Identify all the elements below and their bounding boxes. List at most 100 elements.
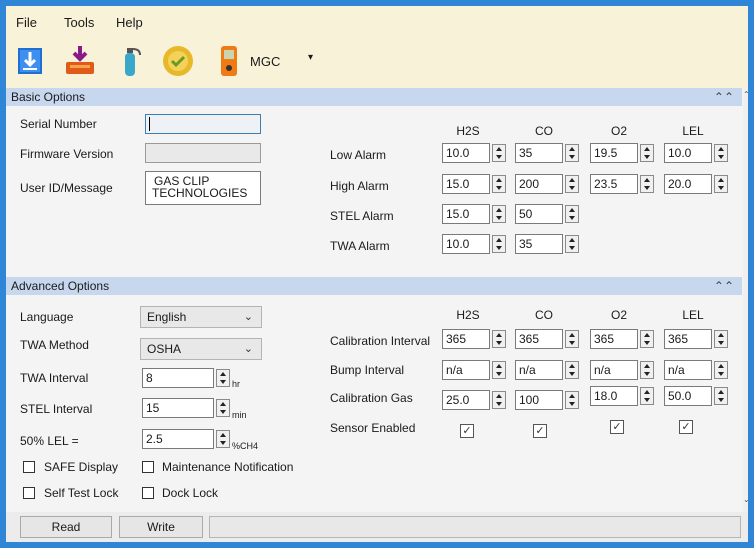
firmware-version-label: Firmware Version bbox=[20, 147, 114, 161]
dock-lock-label: Dock Lock bbox=[162, 486, 219, 500]
cal-gas-h2s-spinner[interactable] bbox=[492, 391, 506, 409]
read-button[interactable]: Read bbox=[20, 516, 112, 538]
high-alarm-lel[interactable]: 20.0 bbox=[664, 174, 712, 194]
cal-interval-h2s[interactable]: 365 bbox=[442, 329, 490, 349]
stel-alarm-label: STEL Alarm bbox=[330, 209, 394, 223]
cal-gas-h2s[interactable]: 25.0 bbox=[442, 390, 490, 410]
advanced-options-header[interactable]: Advanced Options ⌃⌃ bbox=[6, 277, 742, 295]
stel-interval-spinner[interactable] bbox=[216, 399, 230, 417]
language-select[interactable]: English ⌄ bbox=[140, 306, 262, 328]
bump-co-spinner[interactable] bbox=[565, 361, 579, 379]
twa-method-select[interactable]: OSHA ⌄ bbox=[140, 338, 262, 360]
maintenance-notification-checkbox[interactable] bbox=[142, 461, 154, 473]
high-alarm-h2s-spinner[interactable] bbox=[492, 175, 506, 193]
cal-interval-h2s-spinner[interactable] bbox=[492, 330, 506, 348]
twa-alarm-co[interactable]: 35 bbox=[515, 234, 563, 254]
collapse-chevron-icon[interactable]: ⌃⌃ bbox=[714, 277, 734, 295]
certificate-icon[interactable] bbox=[160, 44, 196, 78]
cal-gas-co-spinner[interactable] bbox=[565, 391, 579, 409]
twa-alarm-h2s-spinner[interactable] bbox=[492, 235, 506, 253]
cal-gas-o2[interactable]: 18.0 bbox=[590, 386, 638, 406]
stel-alarm-h2s[interactable]: 15.0 bbox=[442, 204, 490, 224]
high-alarm-co-spinner[interactable] bbox=[565, 175, 579, 193]
adv-col-head-h2s: H2S bbox=[456, 308, 480, 322]
low-alarm-lel-spinner[interactable] bbox=[714, 144, 728, 162]
twa-interval-spinner[interactable] bbox=[216, 369, 230, 387]
low-alarm-lel[interactable]: 10.0 bbox=[664, 143, 712, 163]
collapse-chevron-icon[interactable]: ⌃⌃ bbox=[714, 88, 734, 106]
low-alarm-o2-spinner[interactable] bbox=[640, 144, 654, 162]
bump-o2[interactable]: n/a bbox=[590, 360, 638, 380]
stel-alarm-co[interactable]: 50 bbox=[515, 204, 563, 224]
low-alarm-co-spinner[interactable] bbox=[565, 144, 579, 162]
vertical-scrollbar[interactable]: ⌃ ⌄ bbox=[743, 88, 748, 542]
sensor-enabled-co-checkbox[interactable]: ✓ bbox=[533, 424, 547, 438]
bump-o2-spinner[interactable] bbox=[640, 361, 654, 379]
cal-gas-o2-spinner[interactable] bbox=[640, 387, 654, 405]
high-alarm-h2s[interactable]: 15.0 bbox=[442, 174, 490, 194]
bump-h2s-spinner[interactable] bbox=[492, 361, 506, 379]
write-button[interactable]: Write bbox=[119, 516, 203, 538]
stel-interval-input[interactable]: 15 bbox=[142, 398, 214, 418]
twa-alarm-h2s[interactable]: 10.0 bbox=[442, 234, 490, 254]
chevron-down-icon: ⌄ bbox=[243, 343, 253, 355]
high-alarm-o2-spinner[interactable] bbox=[640, 175, 654, 193]
bump-lel-spinner[interactable] bbox=[714, 361, 728, 379]
upload-device-icon[interactable] bbox=[62, 44, 98, 78]
low-alarm-h2s-spinner[interactable] bbox=[492, 144, 506, 162]
serial-number-input[interactable] bbox=[145, 114, 261, 134]
stel-interval-unit: min bbox=[232, 410, 247, 420]
scroll-up-icon[interactable]: ⌃ bbox=[743, 90, 748, 99]
stel-alarm-co-spinner[interactable] bbox=[565, 205, 579, 223]
low-alarm-co[interactable]: 35 bbox=[515, 143, 563, 163]
cal-interval-o2-spinner[interactable] bbox=[640, 330, 654, 348]
gas-cylinder-icon[interactable] bbox=[118, 44, 144, 78]
device-dropdown-caret-icon[interactable]: ▾ bbox=[308, 52, 313, 63]
sensor-enabled-h2s-checkbox[interactable]: ✓ bbox=[460, 424, 474, 438]
scroll-down-icon[interactable]: ⌄ bbox=[743, 495, 748, 504]
self-test-lock-checkbox[interactable] bbox=[23, 487, 35, 499]
cal-interval-co[interactable]: 365 bbox=[515, 329, 563, 349]
twa-alarm-label: TWA Alarm bbox=[330, 239, 390, 253]
lel-spinner[interactable] bbox=[216, 430, 230, 448]
sensor-enabled-lel-checkbox[interactable]: ✓ bbox=[679, 420, 693, 434]
sensor-enabled-o2-checkbox[interactable]: ✓ bbox=[610, 420, 624, 434]
user-id-input[interactable]: GAS CLIP TECHNOLOGIES bbox=[145, 171, 261, 205]
dock-lock-checkbox[interactable] bbox=[142, 487, 154, 499]
adv-col-head-lel: LEL bbox=[682, 308, 704, 322]
cal-interval-lel-spinner[interactable] bbox=[714, 330, 728, 348]
basic-options-header[interactable]: Basic Options ⌃⌃ bbox=[6, 88, 742, 106]
col-head-o2: O2 bbox=[610, 124, 627, 138]
bump-h2s[interactable]: n/a bbox=[442, 360, 490, 380]
menu-tools[interactable]: Tools bbox=[64, 15, 94, 30]
high-alarm-label: High Alarm bbox=[330, 179, 389, 193]
user-id-line-2: TECHNOLOGIES bbox=[152, 186, 248, 200]
bump-lel[interactable]: n/a bbox=[664, 360, 712, 380]
twa-interval-unit: hr bbox=[232, 379, 241, 389]
cal-gas-lel-spinner[interactable] bbox=[714, 387, 728, 405]
cal-gas-lel[interactable]: 50.0 bbox=[664, 386, 712, 406]
menu-file[interactable]: File bbox=[16, 15, 37, 30]
low-alarm-h2s[interactable]: 10.0 bbox=[442, 143, 490, 163]
low-alarm-o2[interactable]: 19.5 bbox=[590, 143, 638, 163]
high-alarm-co[interactable]: 200 bbox=[515, 174, 563, 194]
cal-interval-co-spinner[interactable] bbox=[565, 330, 579, 348]
stel-alarm-h2s-spinner[interactable] bbox=[492, 205, 506, 223]
safe-display-checkbox[interactable] bbox=[23, 461, 35, 473]
bump-co[interactable]: n/a bbox=[515, 360, 563, 380]
cal-interval-lel[interactable]: 365 bbox=[664, 329, 712, 349]
lel-input[interactable]: 2.5 bbox=[142, 429, 214, 449]
high-alarm-lel-spinner[interactable] bbox=[714, 175, 728, 193]
menu-help[interactable]: Help bbox=[116, 15, 143, 30]
high-alarm-o2[interactable]: 23.5 bbox=[590, 174, 638, 194]
twa-method-value: OSHA bbox=[147, 342, 182, 356]
twa-alarm-co-spinner[interactable] bbox=[565, 235, 579, 253]
adv-col-head-o2: O2 bbox=[610, 308, 627, 322]
stel-interval-label: STEL Interval bbox=[20, 402, 93, 416]
gas-detector-icon[interactable] bbox=[218, 44, 240, 78]
cal-gas-co[interactable]: 100 bbox=[515, 390, 563, 410]
cal-interval-o2[interactable]: 365 bbox=[590, 329, 638, 349]
download-icon[interactable] bbox=[16, 44, 46, 78]
twa-interval-input[interactable]: 8 bbox=[142, 368, 214, 388]
menu-bar: File Tools Help bbox=[6, 6, 748, 36]
